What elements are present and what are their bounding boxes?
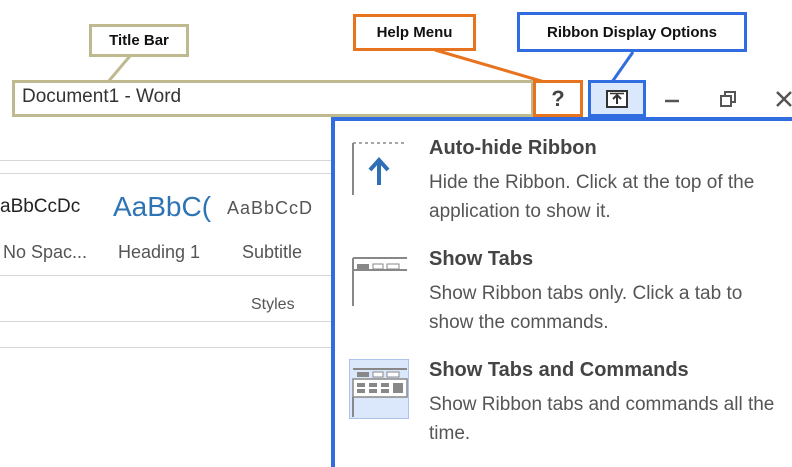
- help-menu-callout: Help Menu: [353, 14, 476, 51]
- window-title: Document1 - Word: [22, 86, 182, 107]
- option-show-tabs-description: Show Ribbon tabs only. Click a tab to sh…: [429, 283, 743, 333]
- restore-button[interactable]: [708, 80, 748, 117]
- restore-icon: [720, 90, 736, 107]
- style-preview-heading-1: AaBbC(: [113, 191, 212, 222]
- style-name-heading-1: Heading 1: [118, 242, 201, 262]
- title-bar-callout: Title Bar: [89, 24, 189, 57]
- ribbon-divider-bottom: [0, 321, 332, 322]
- option-auto-hide-ribbon-title: Auto-hide Ribbon: [429, 137, 597, 159]
- ribbon-display-options-callout: Ribbon Display Options: [517, 12, 747, 52]
- option-auto-hide-ribbon[interactable]: Auto-hide Ribbon Hide the Ribbon. Click …: [349, 137, 789, 237]
- help-icon: ?: [551, 85, 565, 111]
- ribbon-divider-top: [0, 160, 332, 161]
- style-sample-heading-1[interactable]: AaBbC(: [113, 191, 216, 223]
- ribbon-display-options-menu: Auto-hide Ribbon Hide the Ribbon. Click …: [331, 117, 792, 467]
- option-show-tabs-and-commands[interactable]: Show Tabs and Commands Show Ribbon tabs …: [349, 359, 789, 459]
- show-tabs-icon: [352, 257, 407, 306]
- ribbon-display-options-button[interactable]: [588, 80, 646, 117]
- ribbon-display-options-callout-label: Ribbon Display Options: [546, 23, 717, 41]
- ribbon-divider-last: [0, 347, 332, 348]
- ribbon-divider-mid: [0, 173, 332, 174]
- ribbon-divider-styles: [0, 275, 332, 276]
- style-sample-subtitle[interactable]: AaBbCcD: [227, 198, 332, 219]
- option-auto-hide-ribbon-description: Hide the Ribbon. Click at the top of the…: [429, 172, 755, 222]
- option-show-tabs-title: Show Tabs: [429, 248, 534, 270]
- close-icon: [776, 90, 792, 107]
- minimize-button[interactable]: [652, 80, 692, 117]
- close-button[interactable]: [764, 80, 792, 117]
- style-preview-no-spacing: aBbCcDc: [0, 196, 81, 217]
- minimize-icon: [665, 99, 679, 102]
- option-show-tabs[interactable]: Show Tabs Show Ribbon tabs only. Click a…: [349, 248, 789, 348]
- show-tabs-commands-icon: [349, 359, 409, 419]
- style-name-subtitle: Subtitle: [242, 242, 303, 262]
- style-preview-subtitle: AaBbCcD: [227, 198, 314, 218]
- style-name-no-spacing: No Spac...: [3, 242, 88, 262]
- help-menu-callout-label: Help Menu: [376, 24, 453, 41]
- styles-group-label: Styles: [251, 296, 295, 313]
- option-show-tabs-and-commands-description: Show Ribbon tabs and commands all the ti…: [429, 394, 775, 444]
- help-button[interactable]: ?: [533, 80, 583, 117]
- auto-hide-ribbon-icon: [352, 142, 407, 195]
- style-sample-no-spacing[interactable]: aBbCcDc: [0, 196, 96, 218]
- option-show-tabs-and-commands-title: Show Tabs and Commands: [429, 359, 689, 381]
- ribbon-display-options-icon: [606, 89, 628, 108]
- title-bar-callout-label: Title Bar: [109, 32, 169, 49]
